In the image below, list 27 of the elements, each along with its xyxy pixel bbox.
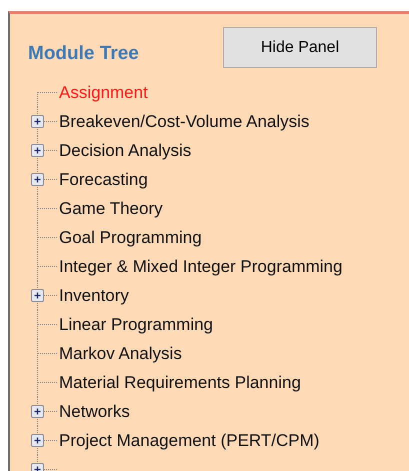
expand-icon[interactable] [31, 405, 44, 418]
expand-icon[interactable] [31, 289, 44, 302]
tree-item[interactable]: Linear Programming [59, 314, 214, 334]
tree-item[interactable]: Markov Analysis [59, 344, 182, 364]
expand-icon[interactable] [31, 463, 44, 471]
expand-icon[interactable] [31, 115, 44, 128]
tree-item[interactable]: Game Theory [59, 198, 163, 218]
tree-item[interactable]: Material Requirements Planning [59, 372, 301, 392]
tree-connector [37, 310, 58, 339]
tree-connector [37, 194, 58, 223]
tree-item[interactable]: Decision Analysis [59, 140, 192, 160]
tree-item[interactable]: Forecasting [59, 170, 148, 190]
tree-connector [37, 368, 58, 397]
panel-title: Module Tree [28, 42, 140, 64]
expand-icon[interactable] [31, 173, 44, 186]
tree-connector [37, 223, 58, 252]
tree-item[interactable]: Goal Programming [59, 228, 202, 248]
tree-item[interactable]: Breakeven/Cost-Volume Analysis [59, 112, 310, 132]
tree-item[interactable]: Networks [59, 402, 130, 422]
expand-icon[interactable] [31, 434, 44, 447]
tree-connector [37, 252, 58, 281]
hide-panel-button[interactable]: Hide Panel [223, 27, 377, 68]
tree-item[interactable]: Project Management (PERT/CPM) [59, 430, 320, 450]
expand-icon[interactable] [31, 144, 44, 157]
tree-item[interactable]: Integer & Mixed Integer Programming [59, 256, 342, 276]
tree-connector [37, 339, 58, 368]
tree-item[interactable]: Inventory [59, 286, 129, 306]
